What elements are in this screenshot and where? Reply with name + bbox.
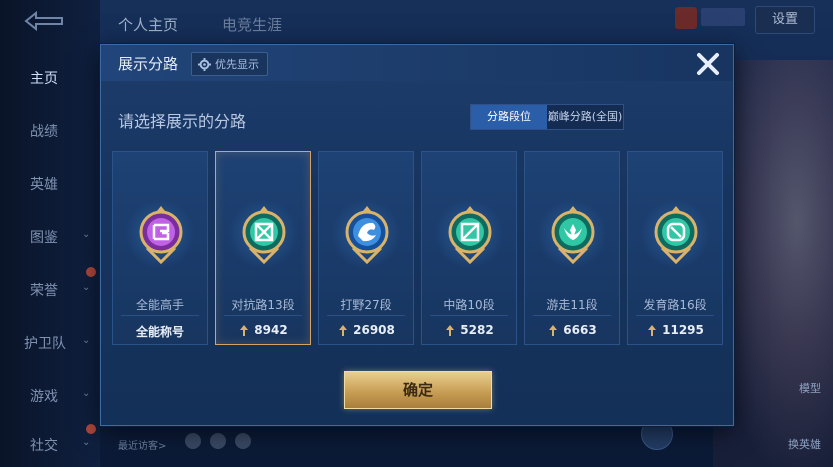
farm-lane-icon bbox=[654, 206, 698, 265]
sidebar-item-label: 主页 bbox=[30, 71, 58, 87]
visitor-avatar[interactable] bbox=[235, 433, 251, 449]
recent-visitors[interactable]: 最近访客> bbox=[118, 437, 166, 452]
sidebar-item-label: 护卫队 bbox=[24, 336, 66, 352]
lane-score-row: 26908 bbox=[319, 323, 413, 337]
sidebar-item-label: 战绩 bbox=[30, 124, 58, 140]
new-badge bbox=[86, 424, 96, 434]
lane-score: 5282 bbox=[460, 323, 494, 337]
sidebar-item-home[interactable]: 主页 bbox=[0, 68, 100, 88]
lane-score: 11295 bbox=[662, 323, 704, 337]
divider bbox=[533, 315, 611, 316]
priority-display-button[interactable]: 优先显示 bbox=[191, 52, 268, 76]
new-badge bbox=[86, 267, 96, 277]
rank-points-icon bbox=[240, 324, 249, 336]
chevron-down-icon: ⌄ bbox=[82, 388, 91, 399]
lane-score: 6663 bbox=[563, 323, 597, 337]
lane-name: 打野27段 bbox=[340, 298, 392, 312]
gear-icon bbox=[198, 57, 211, 71]
rank-points-icon bbox=[648, 324, 657, 336]
switch-hero-button[interactable]: 换英雄 bbox=[788, 436, 821, 452]
lane-name: 游走11段 bbox=[546, 298, 598, 312]
sidebar-item-guard[interactable]: 护卫队 ⌄ bbox=[0, 333, 100, 353]
sidebar-item-label: 英雄 bbox=[30, 177, 58, 193]
lane-score-row: 11295 bbox=[628, 323, 722, 337]
dialog-title: 展示分路 bbox=[118, 55, 179, 73]
sidebar-item-heroes[interactable]: 英雄 bbox=[0, 174, 100, 194]
lane-score-row: 8942 bbox=[216, 323, 310, 337]
model-button[interactable]: 模型 bbox=[799, 380, 821, 396]
lane-name: 全能高手 bbox=[135, 298, 184, 312]
lane-name: 中路10段 bbox=[443, 298, 495, 312]
rank-points-icon bbox=[549, 324, 558, 336]
tab-personal-home[interactable]: 个人主页 bbox=[118, 14, 178, 35]
lane-score: 全能称号 bbox=[135, 325, 184, 339]
sidebar-item-honor[interactable]: 荣誉 ⌄ bbox=[0, 280, 100, 300]
tab-peak-lane-national[interactable]: 巅峰分路(全国) bbox=[547, 105, 623, 129]
tab-esports-career[interactable]: 电竞生涯 bbox=[222, 14, 282, 35]
lane-card-all-round[interactable]: 全能高手 全能称号 bbox=[112, 151, 208, 345]
lane-mode-switch: 分路段位 巅峰分路(全国) bbox=[470, 104, 624, 130]
close-icon[interactable] bbox=[695, 51, 721, 77]
all-round-icon bbox=[139, 206, 183, 265]
lane-card-jungle[interactable]: 打野27段 26908 bbox=[318, 151, 414, 345]
lane-score-row: 5282 bbox=[422, 323, 516, 337]
lane-title: 全能称号 bbox=[113, 323, 207, 340]
chevron-down-icon: ⌄ bbox=[82, 229, 91, 240]
divider bbox=[327, 315, 405, 316]
lane-card-farm[interactable]: 发育路16段 11295 bbox=[627, 151, 723, 345]
chevron-down-icon: ⌄ bbox=[82, 282, 91, 293]
mid-lane-icon bbox=[448, 206, 492, 265]
lane-name: 发育路16段 bbox=[643, 298, 707, 312]
back-icon[interactable] bbox=[22, 10, 66, 32]
avatar[interactable] bbox=[675, 7, 697, 29]
divider bbox=[430, 315, 508, 316]
visitor-avatar[interactable] bbox=[210, 433, 226, 449]
dialog-prompt: 请选择展示的分路 bbox=[118, 112, 247, 131]
clash-lane-icon bbox=[242, 206, 286, 265]
lane-display-dialog: 展示分路 优先显示 请选择展示的分路 分路段位 巅峰分路(全国) 全能高手 全能… bbox=[100, 44, 734, 426]
rank-points-icon bbox=[446, 324, 455, 336]
sidebar-item-label: 图鉴 bbox=[30, 230, 58, 246]
sidebar-item-games[interactable]: 游戏 ⌄ bbox=[0, 386, 100, 406]
sidebar-item-label: 社交 bbox=[30, 438, 58, 454]
lane-score-row: 6663 bbox=[525, 323, 619, 337]
divider bbox=[224, 315, 302, 316]
lane-score: 8942 bbox=[254, 323, 288, 337]
lane-card-clash[interactable]: 对抗路13段 8942 bbox=[215, 151, 311, 345]
jungle-icon bbox=[345, 206, 389, 265]
visitor-avatar[interactable] bbox=[185, 433, 201, 449]
lane-card-roam[interactable]: 游走11段 6663 bbox=[524, 151, 620, 345]
rank-points-icon bbox=[339, 324, 348, 336]
sidebar-item-social[interactable]: 社交 ⌄ bbox=[0, 435, 100, 455]
divider bbox=[636, 315, 714, 316]
sidebar-item-codex[interactable]: 图鉴 ⌄ bbox=[0, 227, 100, 247]
roam-icon bbox=[551, 206, 595, 265]
priority-display-label: 优先显示 bbox=[215, 58, 259, 71]
sidebar-item-label: 荣誉 bbox=[30, 283, 58, 299]
chevron-down-icon: ⌄ bbox=[82, 437, 91, 448]
sidebar-item-record[interactable]: 战绩 bbox=[0, 121, 100, 141]
settings-button[interactable]: 设置 bbox=[755, 6, 815, 34]
lane-name: 对抗路13段 bbox=[231, 298, 295, 312]
confirm-button[interactable]: 确定 bbox=[344, 371, 492, 409]
divider bbox=[121, 315, 199, 316]
status-badge bbox=[701, 8, 745, 26]
lane-card-mid[interactable]: 中路10段 5282 bbox=[421, 151, 517, 345]
lane-score: 26908 bbox=[353, 323, 395, 337]
tab-lane-rank[interactable]: 分路段位 bbox=[471, 105, 547, 129]
sidebar-item-label: 游戏 bbox=[30, 389, 58, 405]
chevron-down-icon: ⌄ bbox=[82, 335, 91, 346]
